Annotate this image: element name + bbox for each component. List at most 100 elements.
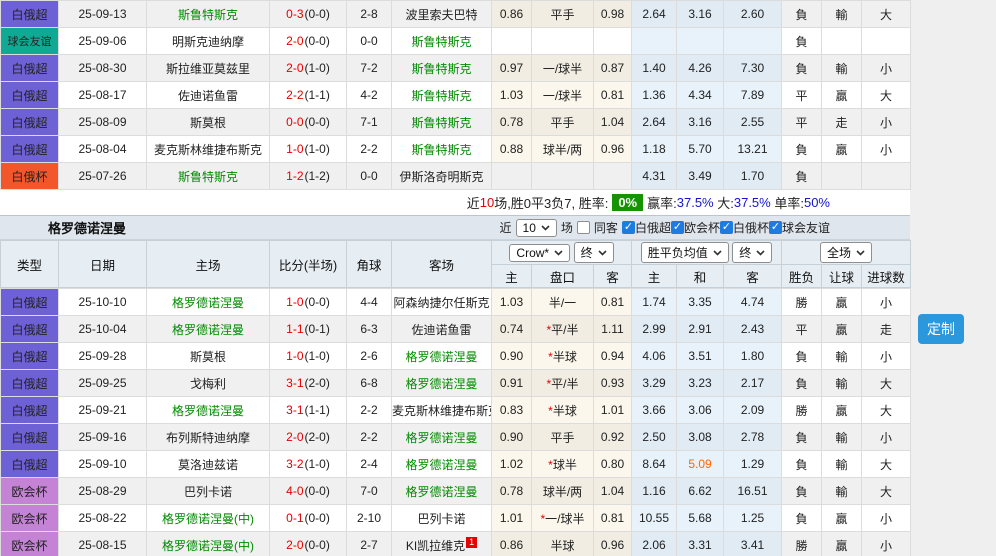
ah-away-odds-cell: 1.04	[594, 109, 632, 136]
scope-select-value: 全场	[827, 244, 851, 261]
goals-result-cell: 大	[862, 370, 911, 397]
home-team-cell: 巴列卡诺	[147, 478, 270, 505]
eu-draw-odds-cell: 3.49	[677, 163, 724, 190]
eu-away-odds-cell	[724, 28, 782, 55]
halftime-score: (1-0)	[305, 349, 330, 363]
away-team-cell: 格罗德诺涅曼	[392, 478, 492, 505]
halftime-score: (1-0)	[305, 142, 330, 156]
eu-home-odds-cell: 2.50	[632, 424, 677, 451]
eu-draw-odds-cell: 3.08	[677, 424, 724, 451]
ah-home-odds-cell: 1.03	[492, 289, 532, 316]
eu-draw-odds-cell: 3.16	[677, 109, 724, 136]
handicap-result-cell: 贏	[822, 505, 862, 532]
eu-time-select[interactable]: 终	[732, 242, 772, 263]
team-name: 格罗德诺涅曼	[405, 377, 477, 391]
corner-cell: 2-4	[347, 451, 392, 478]
match-row: 白俄超25-09-13斯鲁特斯克0-3(0-0)2-8波里索夫巴特0.86平手0…	[1, 1, 911, 28]
handicap-cell: 平手	[532, 1, 594, 28]
away-team-cell: KI凯拉维克1	[392, 532, 492, 556]
league-checkbox[interactable]: ✓	[720, 221, 733, 234]
score-cell: 2-0(2-0)	[270, 424, 347, 451]
team-name: 麦克斯林维捷布斯克	[154, 143, 262, 157]
corner-cell: 0-0	[347, 163, 392, 190]
ah-home-odds-cell	[492, 163, 532, 190]
date-cell: 25-09-10	[59, 451, 147, 478]
halftime-score: (1-0)	[305, 457, 330, 471]
home-team-cell: 斯鲁特斯克	[147, 1, 270, 28]
same-away-checkbox[interactable]	[577, 221, 590, 234]
fulltime-score: 3-1	[286, 403, 303, 417]
eu-odds-type-select[interactable]: 胜平负均值	[641, 242, 729, 263]
corner-cell: 7-1	[347, 109, 392, 136]
halftime-score: (0-0)	[305, 511, 330, 525]
handicap-cell: *半球	[532, 343, 594, 370]
ah-away-odds-cell: 0.81	[594, 289, 632, 316]
match-row: 球会友谊25-09-06明斯克迪纳摩2-0(0-0)0-0斯鲁特斯克負	[1, 28, 911, 55]
ah-home-odds-cell: 0.97	[492, 55, 532, 82]
team-name: 格罗德诺涅曼	[405, 431, 477, 445]
result-cell: 勝	[782, 397, 822, 424]
home-team-cell: 斯莫根	[147, 109, 270, 136]
eu-away-odds-cell: 4.74	[724, 289, 782, 316]
league-cell: 球会友谊	[1, 28, 59, 55]
away-team-cell: 波里索夫巴特	[392, 1, 492, 28]
league-checkbox[interactable]: ✓	[671, 221, 684, 234]
league-checkbox[interactable]: ✓	[622, 221, 635, 234]
halftime-score: (2-0)	[305, 376, 330, 390]
fulltime-score: 2-0	[286, 34, 303, 48]
eu-draw-odds-cell	[677, 28, 724, 55]
score-cell: 2-0(0-0)	[270, 532, 347, 556]
scope-select[interactable]: 全场	[820, 242, 872, 263]
result-cell: 負	[782, 163, 822, 190]
changed-handicap-marker: *	[546, 377, 551, 391]
highlighted-odds-value: 5.09	[688, 457, 711, 471]
subcol-ah-away: 客	[594, 265, 632, 288]
ah-away-odds-cell	[594, 163, 632, 190]
match-row: 白俄超25-08-17佐迪诺鱼雷2-2(1-1)4-2斯鲁特斯克1.03一/球半…	[1, 82, 911, 109]
bookmaker-select[interactable]: Crow*	[509, 244, 570, 262]
handicap-result-cell	[822, 28, 862, 55]
fulltime-score: 1-0	[286, 295, 303, 309]
away-team-cell: 伊斯洛奇明斯克	[392, 163, 492, 190]
handicap-cell: *平/半	[532, 370, 594, 397]
handicap-cell: *球半	[532, 451, 594, 478]
games-label: 场	[561, 219, 573, 236]
team-name: 斯鲁特斯克	[411, 143, 471, 157]
score-cell: 3-1(1-1)	[270, 397, 347, 424]
halftime-score: (0-0)	[305, 484, 330, 498]
ah-away-odds-cell: 0.93	[594, 370, 632, 397]
customize-button[interactable]: 定制	[918, 314, 964, 344]
subcol-eu-away: 客	[724, 265, 782, 288]
goals-result-cell: 小	[862, 109, 911, 136]
eu-home-odds-cell: 3.66	[632, 397, 677, 424]
eu-away-odds-cell: 2.43	[724, 316, 782, 343]
home-team-cell: 麦克斯林维捷布斯克	[147, 136, 270, 163]
summary-text: 近	[467, 193, 480, 212]
league-checkbox[interactable]: ✓	[769, 221, 782, 234]
team-name: 巴列卡诺	[417, 512, 465, 526]
home-team-cell: 斯拉维亚莫兹里	[147, 55, 270, 82]
eu-odds-selects-cell: 胜平负均值 终	[632, 241, 782, 265]
league-cell: 欧会杯	[1, 478, 59, 505]
subcol-goals: 进球数	[862, 265, 911, 288]
league-checkbox-label: 白俄杯	[733, 219, 769, 236]
result-cell: 負	[782, 55, 822, 82]
match-row: 白俄超25-09-21格罗德诺涅曼3-1(1-1)2-2麦克斯林维捷布斯克0.8…	[1, 397, 911, 424]
fulltime-score: 1-1	[286, 322, 303, 336]
date-cell: 25-09-21	[59, 397, 147, 424]
near-count-select[interactable]: 10	[516, 219, 557, 237]
ah-time-select[interactable]: 终	[574, 242, 614, 263]
halftime-score: (1-0)	[305, 61, 330, 75]
halftime-score: (0-0)	[305, 34, 330, 48]
ah-home-odds-cell: 0.83	[492, 397, 532, 424]
ah-away-odds-cell: 1.04	[594, 478, 632, 505]
league-checkbox-label: 白俄超	[635, 219, 671, 236]
league-cell: 欧会杯	[1, 532, 59, 556]
home-team-cell: 佐迪诺鱼雷	[147, 82, 270, 109]
home-team-cell: 莫洛迪兹诺	[147, 451, 270, 478]
halftime-score: (0-0)	[305, 295, 330, 309]
eu-away-odds-cell: 7.89	[724, 82, 782, 109]
score-cell: 1-2(1-2)	[270, 163, 347, 190]
summary-value: 37.5%	[677, 195, 714, 210]
col-header-home: 主场	[147, 241, 270, 288]
